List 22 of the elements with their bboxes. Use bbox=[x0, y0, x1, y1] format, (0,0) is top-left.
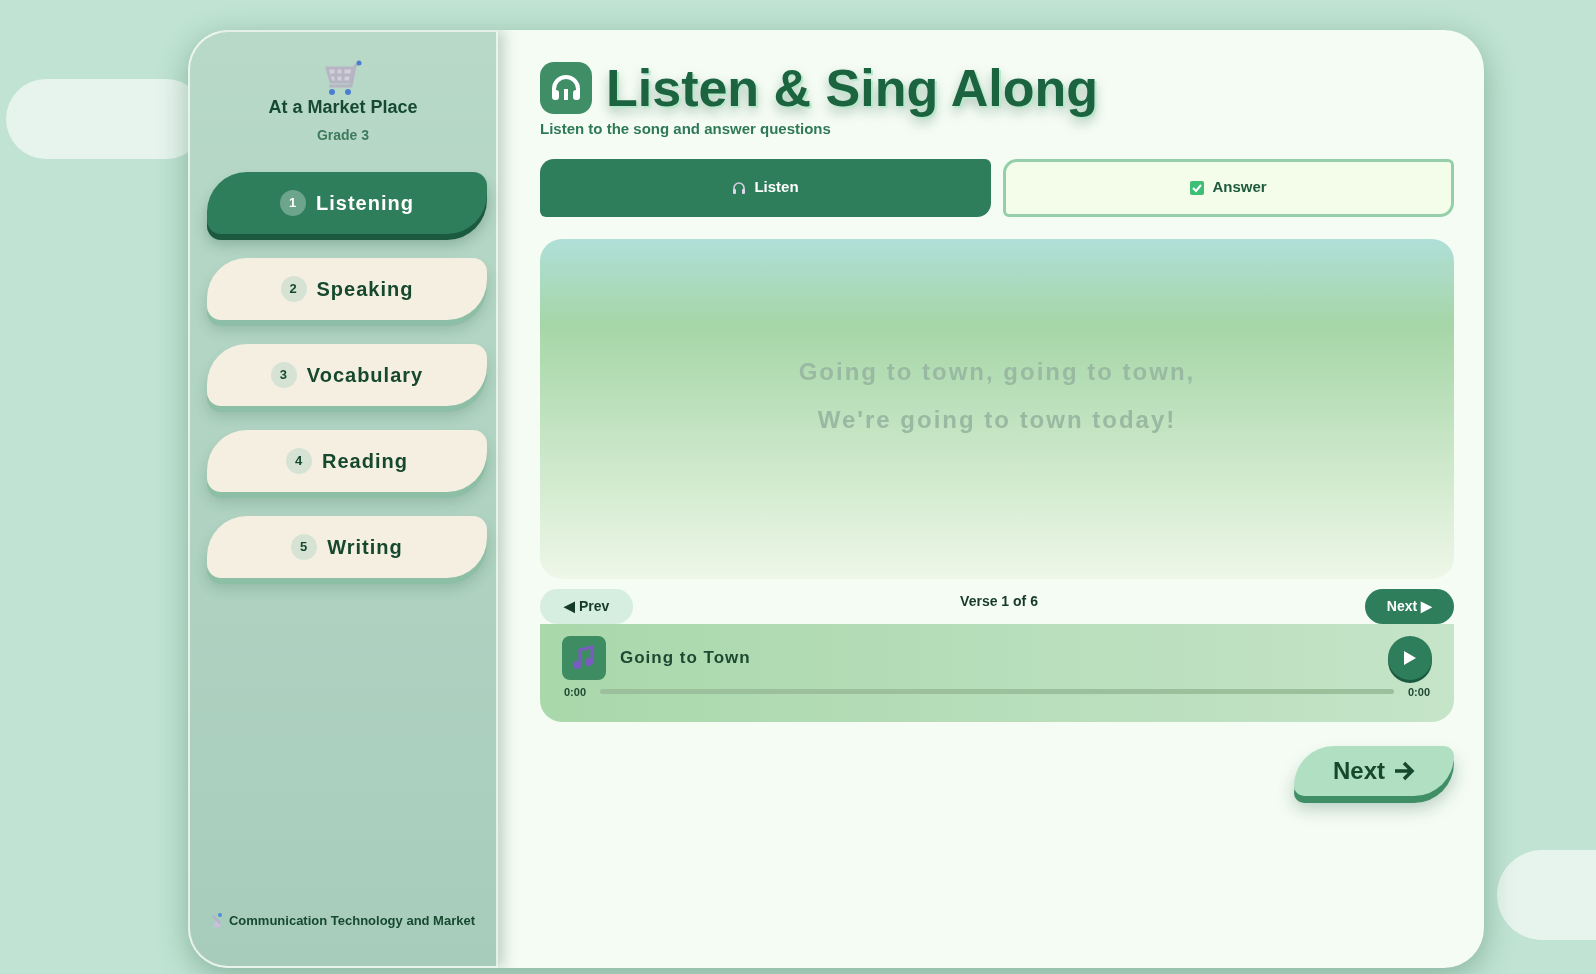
track-title: Going to Town bbox=[620, 646, 751, 669]
page-subtitle: Listen to the song and answer questions bbox=[540, 119, 832, 139]
current-time: 0:00 bbox=[563, 684, 587, 700]
tab[interactable]: Answer bbox=[1003, 158, 1454, 217]
play-icon bbox=[1404, 650, 1416, 665]
footer-text: Communication Technology and Market bbox=[228, 911, 476, 930]
verse-counter: Verse 1 of 6 bbox=[960, 591, 1038, 611]
duration-time: 0:00 bbox=[1407, 684, 1431, 700]
previous-verse-button[interactable]: ◀ Prev bbox=[540, 588, 634, 624]
checkbox-icon bbox=[1190, 180, 1205, 195]
progress-track[interactable] bbox=[600, 689, 1394, 695]
headphones-icon bbox=[540, 62, 592, 114]
next-verse-button[interactable]: Next ▶ bbox=[1364, 588, 1454, 624]
grade-label: Grade 3 bbox=[316, 126, 370, 145]
shopping-cart-icon bbox=[323, 60, 363, 98]
tab[interactable]: Listen bbox=[540, 158, 991, 217]
music-note-icon bbox=[562, 635, 606, 680]
lesson-title: At a Market Place bbox=[268, 96, 418, 119]
arrow-right-icon bbox=[1393, 760, 1415, 781]
headphones-icon bbox=[732, 180, 747, 195]
play-button[interactable] bbox=[1388, 635, 1432, 680]
satellite-dish-icon bbox=[210, 912, 223, 929]
